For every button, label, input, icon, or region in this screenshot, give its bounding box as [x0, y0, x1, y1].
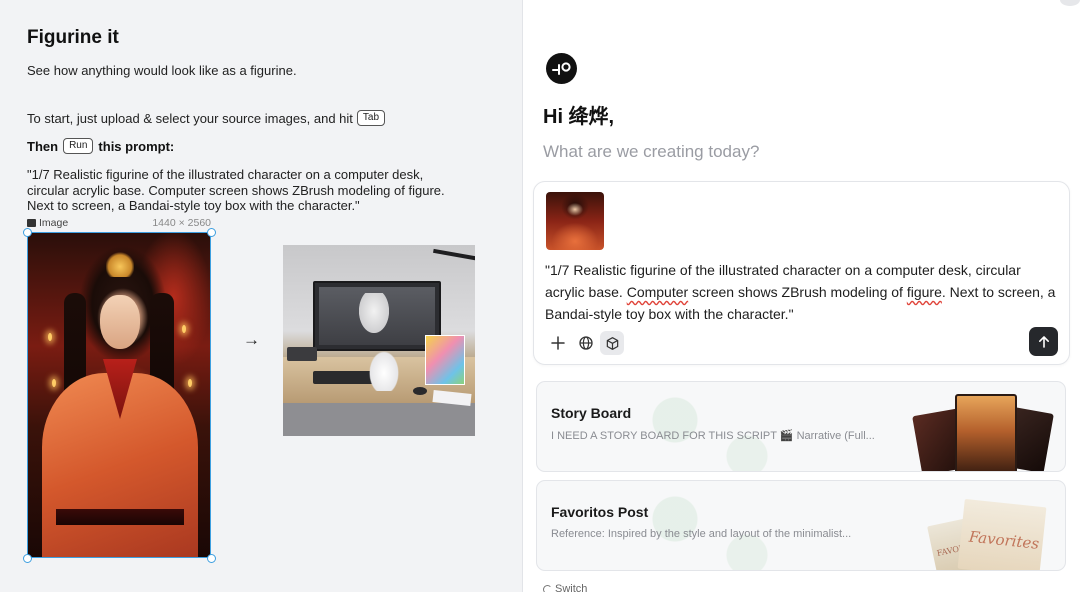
template-card-story-board[interactable]: Story Board I NEED A STORY BOARD FOR THI…: [536, 381, 1066, 472]
panel-subtitle: See how anything would look like as a fi…: [27, 63, 297, 78]
then-prefix: Then: [27, 138, 59, 154]
greeting: Hi 绛烨,: [543, 106, 615, 128]
start-text: To start, just upload & select your sour…: [27, 110, 353, 126]
prompt-part: screen shows ZBrush modeling of: [688, 284, 907, 300]
then-instruction: Then Run this prompt:: [27, 138, 174, 154]
scene-desk-front: [283, 403, 475, 436]
tab-key-badge: Tab: [356, 110, 386, 126]
card-title: Story Board: [551, 405, 632, 421]
scene-screen-figure: [359, 293, 389, 333]
preview-cover-title: Favorites: [968, 527, 1040, 553]
candle-light: [182, 325, 186, 333]
misspelled-word[interactable]: figure: [907, 284, 942, 300]
scene-lamp: [433, 248, 475, 262]
candle-light: [188, 379, 192, 387]
scene-device: [287, 347, 317, 361]
image-label-group: Image: [27, 217, 68, 229]
resize-handle-bottom-left[interactable]: [23, 554, 32, 563]
add-attachment-button[interactable]: [546, 331, 570, 355]
template-card-favoritos-post[interactable]: Favoritos Post Reference: Inspired by th…: [536, 480, 1066, 571]
candle-light: [52, 379, 56, 387]
arrow-up-icon: [1038, 335, 1049, 348]
logo-icon: [546, 53, 577, 84]
image-label: Image: [39, 217, 69, 229]
greeting-question: What are we creating today?: [543, 142, 760, 161]
start-instruction: To start, just upload & select your sour…: [27, 110, 386, 126]
card-preview-image: [955, 394, 1017, 471]
portrait-belt: [56, 509, 184, 525]
image-dimensions: 1440 × 2560: [152, 217, 211, 229]
panel-title: Figurine it: [27, 27, 119, 48]
result-image[interactable]: [283, 245, 475, 436]
card-title: Favoritos Post: [551, 504, 649, 520]
switch-button[interactable]: Switch: [543, 583, 587, 592]
resize-handle-bottom-right[interactable]: [207, 554, 216, 563]
resize-handle-top-left[interactable]: [23, 228, 32, 237]
figurine-panel: Figurine it See how anything would look …: [0, 0, 523, 592]
card-description: Reference: Inspired by the style and lay…: [551, 528, 852, 540]
refresh-icon: [543, 584, 552, 592]
attached-image-thumbnail[interactable]: [546, 192, 604, 250]
scene-mouse: [413, 387, 427, 395]
prompt-input[interactable]: "1/7 Realistic figurine of the illustrat…: [545, 259, 1063, 325]
card-description: I NEED A STORY BOARD FOR THIS SCRIPT 🎬 N…: [551, 430, 875, 442]
switch-label: Switch: [555, 583, 588, 592]
card-background-pattern: [627, 382, 787, 471]
example-prompt: "1/7 Realistic figurine of the illustrat…: [27, 167, 445, 213]
image-meta: Image 1440 × 2560: [27, 217, 211, 229]
scene-figurine: [369, 351, 399, 391]
run-key-badge: Run: [63, 138, 94, 154]
plus-icon: [551, 336, 565, 350]
chat-panel: Hi 绛烨, What are we creating today? "1/7 …: [524, 0, 1080, 592]
send-button[interactable]: [1029, 327, 1058, 356]
scene-toy-box: [425, 335, 465, 385]
scene-monitor: [313, 281, 441, 351]
misspelled-word[interactable]: Computer: [627, 284, 688, 300]
card-preview-image: Favorites: [957, 498, 1047, 570]
cube-icon: [606, 336, 618, 350]
resize-handle-top-right[interactable]: [207, 228, 216, 237]
image-icon: [27, 219, 36, 227]
model-3d-button[interactable]: [600, 331, 624, 355]
scene-keyboard: [313, 371, 375, 384]
transform-arrow-icon: →: [243, 330, 260, 349]
then-suffix: this prompt:: [98, 138, 175, 154]
web-search-button[interactable]: [574, 331, 598, 355]
portrait-face: [100, 295, 140, 349]
card-background-pattern: [627, 481, 787, 570]
logo-mark: [551, 61, 571, 75]
portrait-crown: [106, 251, 134, 277]
prompt-composer[interactable]: "1/7 Realistic figurine of the illustrat…: [533, 181, 1070, 365]
globe-icon: [579, 336, 593, 350]
candle-light: [48, 333, 52, 341]
source-image[interactable]: [27, 232, 211, 558]
corner-decoration: [1060, 0, 1080, 6]
